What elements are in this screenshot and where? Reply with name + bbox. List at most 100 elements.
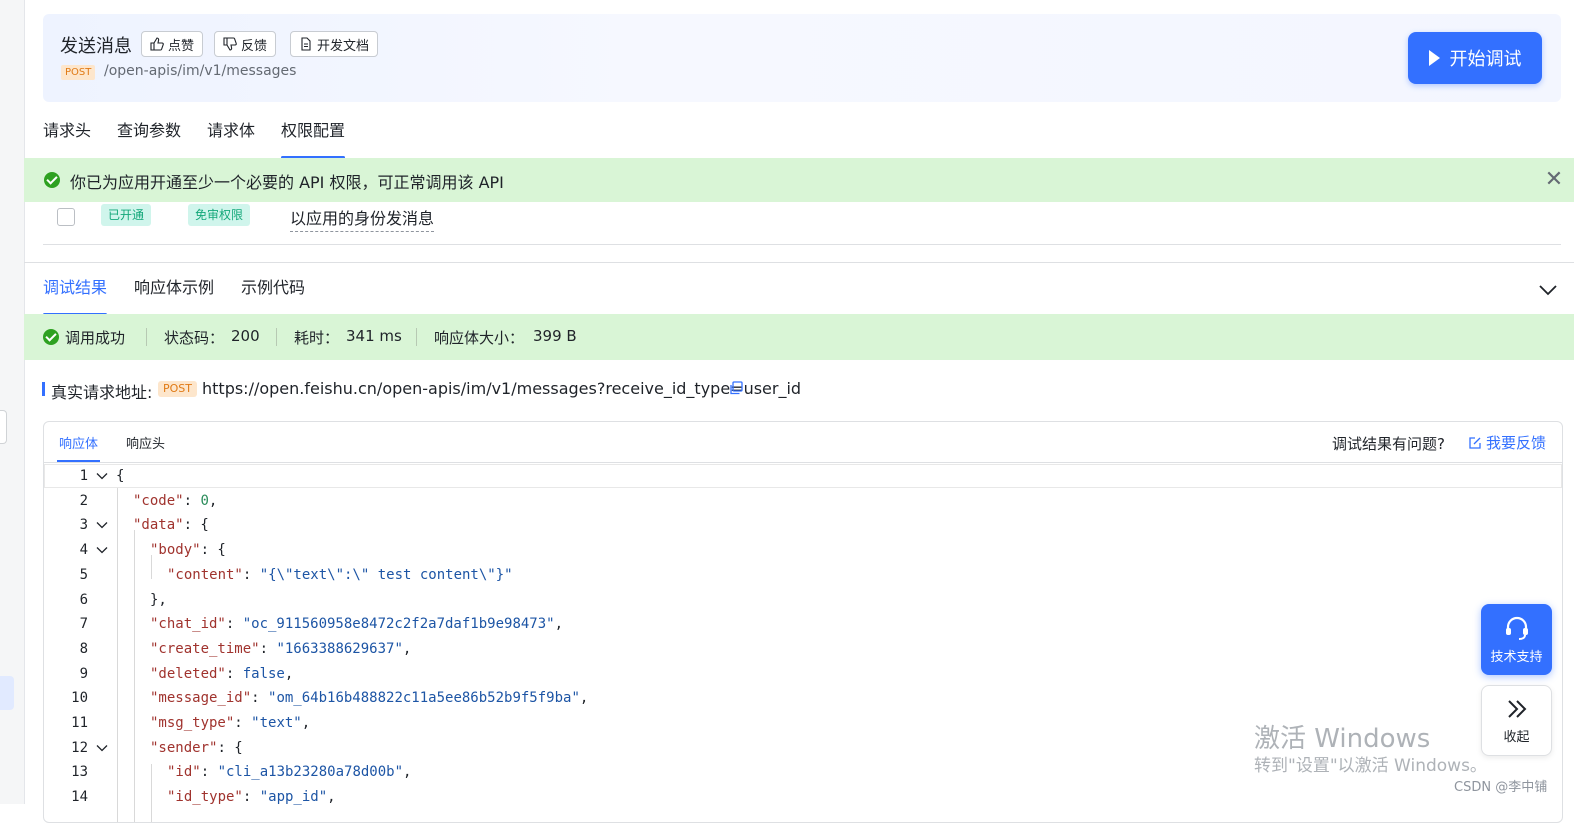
result-question-text: 调试结果有问题? xyxy=(1332,435,1445,453)
call-success-text: 调用成功 xyxy=(65,329,126,347)
code-token: , xyxy=(284,665,294,682)
thumbs-up-icon xyxy=(150,37,164,51)
success-check-icon xyxy=(43,329,59,345)
tech-support-button[interactable]: 技术支持 xyxy=(1481,604,1552,675)
separator xyxy=(416,328,417,346)
sidebar-toggle-handle[interactable] xyxy=(0,410,7,444)
code-line: 4 "body": { xyxy=(44,538,1562,562)
permission-checkbox[interactable] xyxy=(57,208,75,226)
code-text: "message_id": "om_64b16b488822c11a5ee86b… xyxy=(150,686,588,710)
tab-request-body[interactable]: 请求体 xyxy=(207,120,255,158)
code-token: : { xyxy=(200,542,226,559)
api-header-card: 发送消息 点赞 反馈 开发文档 POST /open-apis/im/v1/me… xyxy=(43,14,1561,102)
line-number: 3 xyxy=(79,517,88,534)
dev-docs-button[interactable]: 开发文档 xyxy=(290,31,379,57)
start-debug-button[interactable]: 开始调试 xyxy=(1408,32,1542,84)
fold-chevron-icon[interactable] xyxy=(96,519,108,531)
code-token: "deleted" xyxy=(150,665,226,682)
code-text: "deleted": false, xyxy=(150,662,293,686)
size-value: 399 B xyxy=(533,327,577,345)
response-tabs: 响应体 响应头 调试结果有问题? 我要反馈 xyxy=(44,422,1562,463)
code-text: "id": "cli_a13b23280a78d00b", xyxy=(167,760,411,784)
api-path: /open-apis/im/v1/messages xyxy=(104,63,297,79)
code-token: : xyxy=(242,789,260,806)
code-token: "1663388629637" xyxy=(276,640,403,657)
feedback-label: 反馈 xyxy=(241,38,268,54)
report-feedback-link[interactable]: 我要反馈 xyxy=(1468,432,1546,453)
separator xyxy=(276,328,277,346)
code-token: "content" xyxy=(167,566,243,583)
tab-request-headers[interactable]: 请求头 xyxy=(43,120,91,158)
code-line: 10 "message_id": "om_64b16b488822c11a5ee8… xyxy=(44,686,1562,710)
code-token: "message_id" xyxy=(150,690,252,707)
permission-banner-text: 你已为应用开通至少一个必要的 API 权限，可正常调用该 API xyxy=(70,173,504,192)
code-token: "oc_911560958e8472c2f2a7daf1b9e98473" xyxy=(242,616,555,633)
windows-activation-subtitle: 转到"设置"以激活 Windows。 xyxy=(1254,756,1487,776)
document-icon xyxy=(301,37,311,51)
start-debug-label: 开始调试 xyxy=(1449,49,1522,70)
code-token: : xyxy=(225,665,243,682)
section-divider xyxy=(24,262,1574,263)
code-token: "chat_id" xyxy=(150,616,226,633)
code-line: 2 "code": 0, xyxy=(44,489,1562,513)
code-token: : xyxy=(242,566,260,583)
tab-query-params[interactable]: 查询参数 xyxy=(117,120,181,158)
code-token: : { xyxy=(217,739,243,756)
code-text: "create_time": "1663388629637", xyxy=(150,637,411,661)
code-token: , xyxy=(208,492,218,509)
code-token: "create_time" xyxy=(150,640,260,657)
code-text: "content": "{\"text\":\" test content\"}… xyxy=(167,563,513,587)
line-number: 8 xyxy=(79,640,88,657)
api-title: 发送消息 xyxy=(60,36,132,57)
code-token: , xyxy=(554,616,564,633)
line-number: 13 xyxy=(71,764,88,781)
like-button[interactable]: 点赞 xyxy=(141,31,204,57)
code-text: "code": 0, xyxy=(133,489,217,513)
code-token: "app_id" xyxy=(259,789,328,806)
code-text: "sender": { xyxy=(150,736,243,760)
permission-name-link[interactable]: 以应用的身份发消息 xyxy=(290,205,435,232)
headset-icon xyxy=(1505,616,1528,640)
code-token: "sender" xyxy=(150,739,218,756)
line-number: 7 xyxy=(79,616,88,633)
csdn-watermark: CSDN @李中铺 xyxy=(1454,780,1548,795)
code-line: 3 "data": { xyxy=(44,513,1562,537)
code-token: : xyxy=(183,492,201,509)
tech-support-label: 技术支持 xyxy=(1490,650,1543,665)
code-token: , xyxy=(402,640,412,657)
fold-chevron-icon[interactable] xyxy=(96,470,108,482)
tab-response-body[interactable]: 响应体 xyxy=(56,433,101,462)
size-label: 响应体大小： xyxy=(434,329,525,347)
tab-sample-code[interactable]: 示例代码 xyxy=(241,277,305,315)
section-marker xyxy=(42,382,45,396)
tab-response-example[interactable]: 响应体示例 xyxy=(134,277,214,315)
line-number: 5 xyxy=(79,566,88,583)
request-tabs: 请求头 查询参数 请求体 权限配置 xyxy=(43,120,371,159)
tab-debug-result[interactable]: 调试结果 xyxy=(43,277,108,316)
line-number: 2 xyxy=(79,492,88,509)
code-line: 5 "content": "{\"text\":\" test content\"… xyxy=(44,563,1562,587)
collapse-button[interactable]: 收起 xyxy=(1481,685,1552,756)
code-token: , xyxy=(403,764,412,781)
chevron-down-icon[interactable] xyxy=(1538,280,1558,300)
feedback-button[interactable]: 反馈 xyxy=(214,31,277,57)
line-number: 4 xyxy=(79,542,88,559)
code-text: }, xyxy=(150,588,167,612)
close-icon[interactable]: ✕ xyxy=(1542,168,1566,192)
tab-response-headers[interactable]: 响应头 xyxy=(126,433,165,452)
code-token: "cli_a13b23280a78d00b" xyxy=(217,764,404,781)
code-text: "msg_type": "text", xyxy=(150,711,310,735)
fold-chevron-icon[interactable] xyxy=(96,742,108,754)
copy-icon[interactable] xyxy=(729,381,743,395)
windows-activation-title: 激活 Windows xyxy=(1254,724,1431,754)
sidebar-active-marker xyxy=(0,676,14,710)
code-token: , xyxy=(301,715,311,731)
line-number: 12 xyxy=(71,739,88,756)
code-token: : { xyxy=(183,517,209,534)
code-token: "id_type" xyxy=(167,789,243,806)
fold-chevron-icon[interactable] xyxy=(96,544,108,556)
tab-permission-config[interactable]: 权限配置 xyxy=(281,120,346,159)
permission-banner: 你已为应用开通至少一个必要的 API 权限，可正常调用该 API ✕ xyxy=(24,158,1574,202)
permission-type-tag: 免审权限 xyxy=(188,204,251,226)
code-text: "id_type": "app_id", xyxy=(167,785,336,809)
